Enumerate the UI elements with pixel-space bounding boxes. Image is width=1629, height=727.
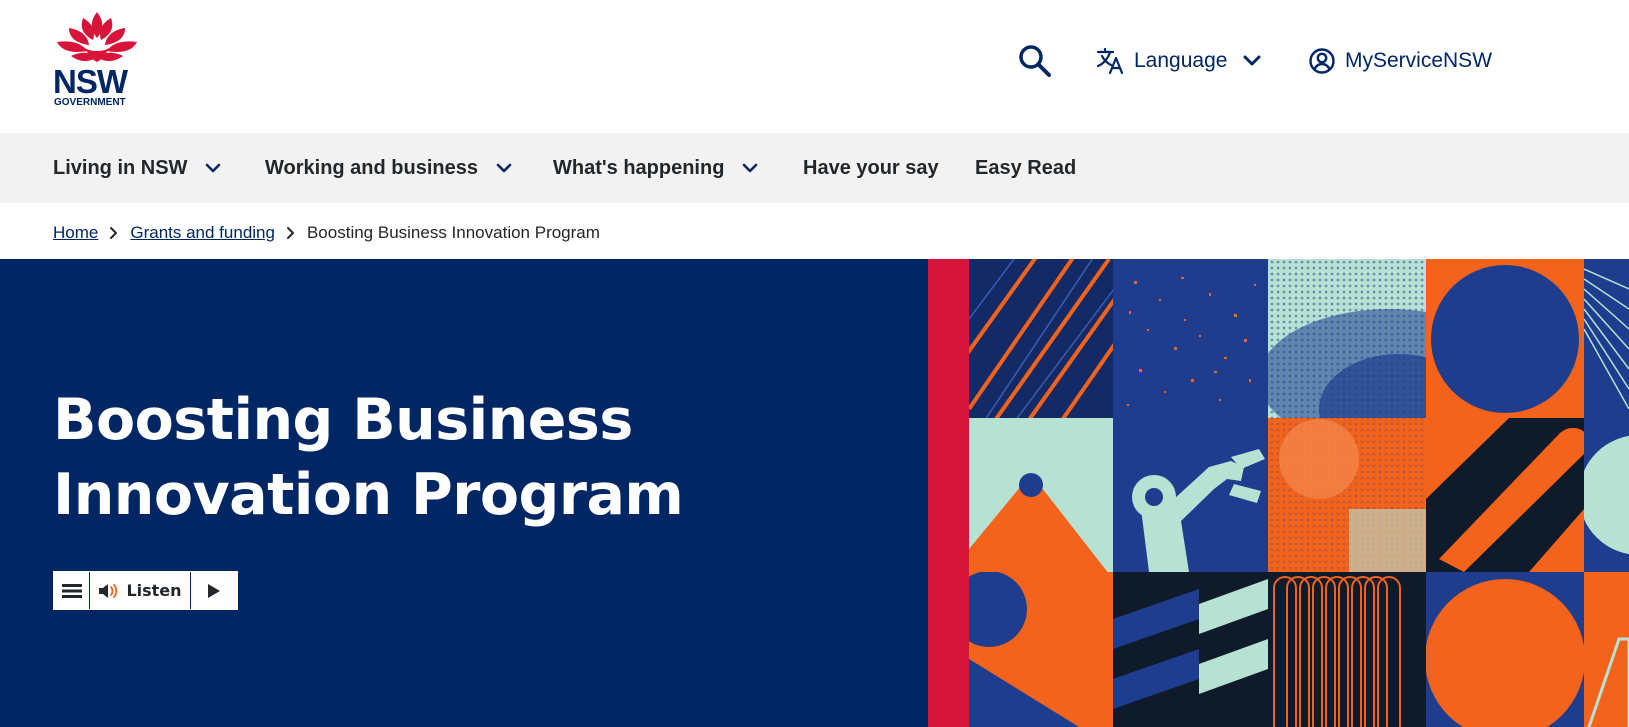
breadcrumb-home-link[interactable]: Home [53, 223, 98, 243]
play-icon [208, 583, 220, 598]
nav-item-whats-happening[interactable]: What's happening [553, 133, 760, 203]
nav-item-easy-read[interactable]: Easy Read [975, 133, 1076, 203]
user-circle-icon [1309, 48, 1335, 74]
hero-banner: Boosting Business Innovation Program Lis… [0, 259, 1629, 727]
main-navigation: Living in NSW Working and business What'… [0, 133, 1629, 203]
breadcrumb-current: Boosting Business Innovation Program [306, 223, 600, 242]
accent-red-bar [928, 259, 969, 727]
speaker-icon [99, 583, 118, 598]
chevron-right-icon [285, 226, 297, 240]
waratah-flower-icon [57, 12, 137, 62]
myservicensw-label: MyServiceNSW [1345, 49, 1493, 72]
hero-illustration [969, 259, 1629, 727]
readspeaker-listen-widget: Listen [53, 571, 238, 610]
listen-menu-button[interactable] [54, 572, 90, 609]
nav-item-working-and-business[interactable]: Working and business [265, 133, 514, 203]
nav-item-have-your-say[interactable]: Have your say [803, 133, 939, 203]
language-selector[interactable]: Language [1096, 38, 1263, 84]
language-label: Language [1134, 49, 1228, 72]
chevron-down-icon [1243, 55, 1261, 66]
translate-icon [1096, 47, 1124, 75]
chevron-right-icon [108, 226, 120, 240]
nav-item-living-in-nsw[interactable]: Living in NSW [53, 133, 223, 203]
page-title: Boosting Business Innovation Program [53, 383, 753, 533]
menu-icon [61, 583, 82, 598]
myservicensw-link[interactable]: MyServiceNSW [1308, 38, 1492, 84]
search-icon [1019, 45, 1051, 77]
chevron-down-icon [743, 163, 758, 173]
listen-button[interactable]: Listen [90, 572, 191, 609]
site-header: NSW GOVERNMENT Language MyServiceNSW [0, 0, 1629, 133]
search-button[interactable] [1014, 40, 1056, 82]
listen-label: Listen [126, 581, 182, 600]
breadcrumb: Home Grants and funding Boosting Busines… [53, 218, 600, 248]
page-title-line-2: Innovation Program [53, 462, 684, 528]
nsw-government-logo[interactable]: NSW GOVERNMENT [51, 12, 143, 108]
chevron-down-icon [206, 163, 221, 173]
nav-item-label: Living in NSW [53, 156, 188, 179]
breadcrumb-grants-link[interactable]: Grants and funding [130, 223, 275, 243]
logo-government-text: GOVERNMENT [54, 97, 126, 108]
nav-item-label: Easy Read [975, 156, 1077, 179]
nav-item-label: Working and business [265, 156, 478, 179]
page-title-line-1: Boosting Business [53, 387, 633, 453]
nav-item-label: What's happening [553, 156, 725, 179]
chevron-down-icon [496, 163, 512, 173]
logo-nsw-text: NSW [53, 63, 128, 100]
listen-play-button[interactable] [191, 572, 237, 609]
nav-item-label: Have your say [803, 156, 939, 179]
